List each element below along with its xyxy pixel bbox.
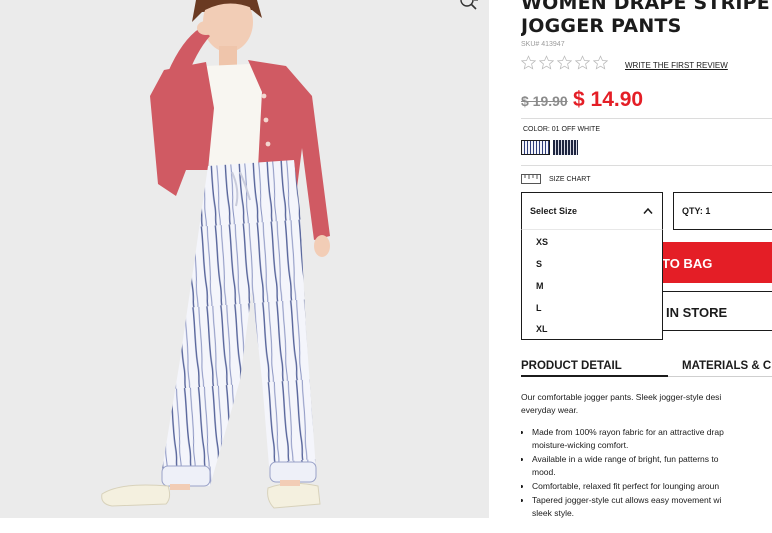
- description-intro-line: Our comfortable jogger pants. Sleek jogg…: [521, 392, 722, 402]
- tab-materials-care[interactable]: MATERIALS & C: [682, 360, 771, 372]
- product-image[interactable]: [0, 0, 489, 518]
- star-outline-icon: [557, 55, 572, 70]
- quantity-select[interactable]: QTY: 1: [673, 192, 772, 230]
- size-select-label: Select Size: [530, 206, 578, 216]
- size-option-l[interactable]: L: [536, 303, 542, 313]
- add-to-bag-label: TO BAG: [662, 256, 713, 271]
- product-description: Our comfortable jogger pants. Sleek jogg…: [521, 391, 772, 521]
- ruler-icon: [521, 174, 541, 184]
- list-item: Tapered jogger-style cut allows easy mov…: [532, 494, 772, 520]
- list-item-line: Tapered jogger-style cut allows easy mov…: [532, 495, 722, 505]
- list-item-line: Available in a wide range of bright, fun…: [532, 454, 719, 464]
- color-swatch-navy[interactable]: [553, 140, 578, 155]
- quantity-label: QTY: 1: [682, 206, 711, 216]
- star-outline-icon: [539, 55, 554, 70]
- product-sku: SKU# 413947: [521, 41, 565, 48]
- size-chart-link[interactable]: SIZE CHART: [521, 174, 591, 184]
- color-label: COLOR: 01 OFF WHITE: [523, 126, 601, 133]
- chevron-up-icon: [643, 207, 653, 214]
- list-item: Available in a wide range of bright, fun…: [532, 453, 772, 479]
- star-outline-icon: [575, 55, 590, 70]
- size-chart-label: SIZE CHART: [549, 175, 591, 183]
- size-select[interactable]: Select Size: [521, 192, 663, 230]
- size-option-xl[interactable]: XL: [536, 324, 548, 334]
- sale-price: $ 14.90: [573, 88, 644, 111]
- tab-product-detail[interactable]: PRODUCT DETAIL: [521, 360, 622, 372]
- size-option-m[interactable]: M: [536, 281, 544, 291]
- list-item-line: sleek style.: [532, 508, 575, 518]
- original-price: $ 19.90: [521, 93, 568, 109]
- list-item: Made from 100% rayon fabric for an attra…: [532, 426, 772, 452]
- description-intro: Our comfortable jogger pants. Sleek jogg…: [521, 391, 772, 417]
- list-item-line: Comfortable, relaxed fit perfect for lou…: [532, 481, 720, 491]
- size-option-s[interactable]: S: [536, 259, 542, 269]
- size-option-xs[interactable]: XS: [536, 237, 548, 247]
- list-item-line: mood.: [532, 467, 556, 477]
- feature-list: Made from 100% rayon fabric for an attra…: [521, 426, 772, 520]
- zoom-icon[interactable]: [459, 0, 479, 12]
- rating-stars: [521, 55, 608, 70]
- divider: [521, 118, 772, 119]
- description-intro-line: everyday wear.: [521, 405, 579, 415]
- write-review-link[interactable]: WRITE THE FIRST REVIEW: [625, 61, 728, 70]
- active-tab-indicator: [521, 375, 668, 377]
- star-outline-icon: [521, 55, 536, 70]
- product-page: WOMEN DRAPE STRIPE JOGGER PANTS SKU# 413…: [0, 0, 772, 533]
- detail-tabs: PRODUCT DETAIL MATERIALS & C: [521, 358, 772, 378]
- model-illustration: [101, 0, 330, 509]
- find-in-store-label: IN STORE: [666, 305, 728, 320]
- size-dropdown-list: XS S M L XL: [521, 229, 663, 340]
- product-info-panel: WOMEN DRAPE STRIPE JOGGER PANTS SKU# 413…: [521, 0, 772, 533]
- product-title: WOMEN DRAPE STRIPE JOGGER PANTS: [521, 0, 770, 37]
- tab-divider: [668, 376, 772, 377]
- divider: [521, 165, 772, 166]
- list-item-line: Made from 100% rayon fabric for an attra…: [532, 427, 724, 437]
- list-item-line: moisture-wicking comfort.: [532, 440, 629, 450]
- list-item: Comfortable, relaxed fit perfect for lou…: [532, 480, 772, 493]
- color-swatch-off-white[interactable]: [521, 140, 550, 155]
- star-outline-icon: [593, 55, 608, 70]
